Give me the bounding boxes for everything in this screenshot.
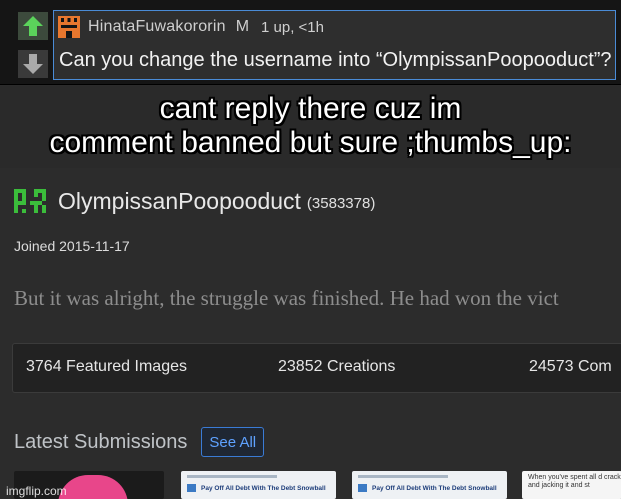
stat-creations[interactable]: 23852 Creations [278, 358, 395, 376]
upvote-button[interactable] [18, 12, 48, 40]
latest-submissions-title: Latest Submissions [14, 430, 188, 453]
submission-thumbnail[interactable]: Pay Off All Debt With The Debt Snowball [181, 471, 336, 499]
comment-header: HinataFuwakororin M 1 up, <1h [58, 15, 324, 39]
downvote-button[interactable] [18, 50, 48, 78]
pink-hat-image [58, 475, 128, 499]
comment-username[interactable]: HinataFuwakororin [88, 18, 226, 36]
joined-date: Joined 2015-11-17 [14, 238, 130, 254]
meme-caption: cant reply there cuz im comment banned b… [0, 92, 621, 160]
latest-submissions-header: Latest Submissions See All [14, 426, 265, 458]
caption-line-1: cant reply there cuz im [159, 92, 462, 125]
thumbnail-text: Pay Off All Debt With The Debt Snowball [201, 485, 326, 492]
document-icon [358, 484, 367, 492]
user-profile: OlympissanPoopooduct (3583378) Joined 20… [0, 168, 621, 499]
thumbnail-text: Pay Off All Debt With The Debt Snowball [372, 485, 497, 492]
thumb-heading-bar [187, 475, 277, 478]
caption-area: cant reply there cuz im comment banned b… [0, 86, 621, 168]
stat-comments[interactable]: 24573 Com [529, 358, 612, 376]
vote-controls [18, 10, 48, 80]
caption-line-2: comment banned but sure ;thumbs_up: [49, 126, 572, 159]
profile-bio: But it was alright, the struggle was fin… [14, 286, 559, 310]
pixel-avatar-icon [14, 185, 46, 217]
stat-featured-images[interactable]: 3764 Featured Images [26, 358, 187, 376]
imgflip-watermark: imgflip.com [6, 484, 67, 498]
profile-username: OlympissanPoopooduct [58, 187, 301, 214]
reply-comment: HinataFuwakororin M 1 up, <1h Can you ch… [0, 0, 621, 85]
comment-meta: 1 up, <1h [261, 18, 324, 36]
arrow-down-icon [23, 54, 43, 74]
submission-thumbnail[interactable]: When you've spent all d crack and jackin… [522, 471, 621, 499]
submission-thumbnail[interactable]: Pay Off All Debt With The Debt Snowball [352, 471, 507, 499]
thumb-heading-bar [358, 475, 448, 478]
comment-text: Can you change the username into “Olympi… [59, 49, 612, 71]
profile-user-id: (3583378) [306, 194, 376, 212]
stats-bar: 3764 Featured Images 23852 Creations 245… [12, 343, 621, 393]
thumbnail-text: When you've spent all d crack and jackin… [528, 474, 621, 489]
profile-header: OlympissanPoopooduct (3583378) [14, 184, 375, 218]
submission-thumbnails: Pay Off All Debt With The Debt Snowball … [0, 471, 621, 499]
document-icon [187, 484, 196, 492]
arrow-up-icon [23, 16, 43, 36]
comment-box: HinataFuwakororin M 1 up, <1h Can you ch… [53, 10, 616, 80]
gender-badge: M [235, 18, 250, 35]
castle-avatar-icon[interactable] [58, 16, 80, 38]
see-all-button[interactable]: See All [201, 427, 265, 457]
